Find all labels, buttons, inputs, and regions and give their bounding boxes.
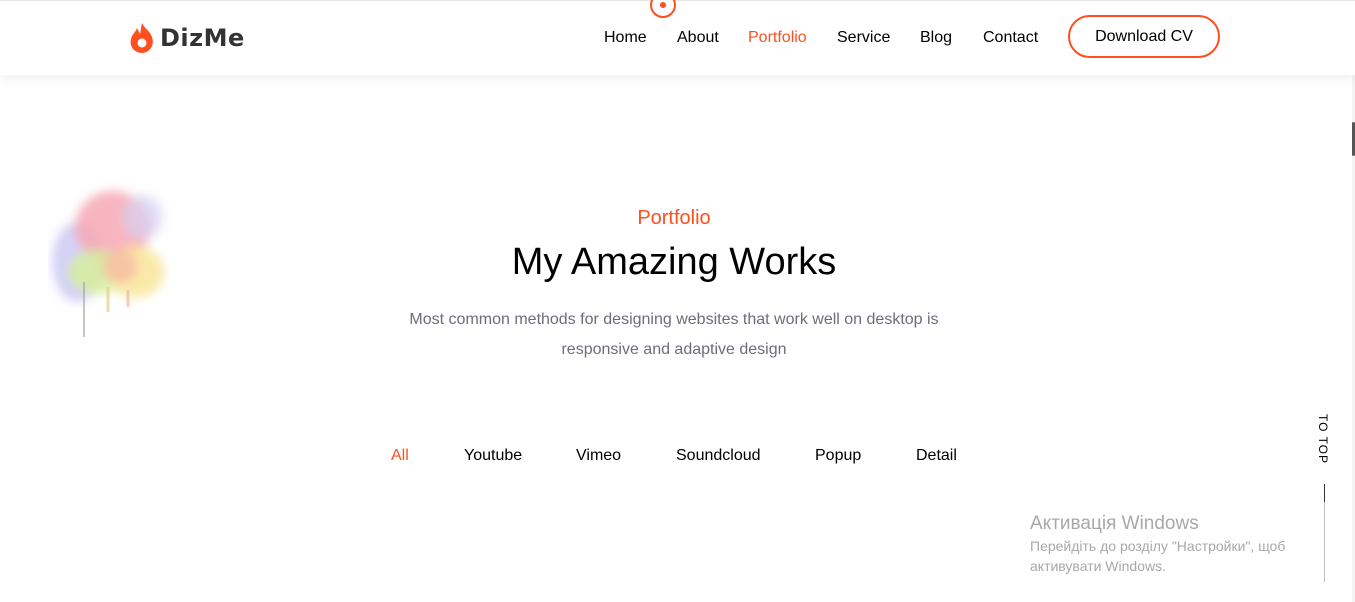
- nav-blog[interactable]: Blog: [920, 29, 952, 47]
- windows-activation-line2: активувати Windows.: [1030, 558, 1166, 574]
- filter-soundcloud[interactable]: Soundcloud: [676, 447, 761, 465]
- logo-text: DizMe: [160, 24, 245, 52]
- nav-home[interactable]: Home: [604, 29, 647, 47]
- download-cv-button[interactable]: Download CV: [1068, 15, 1220, 58]
- windows-activation-line1: Перейдіть до розділу "Настройки", щоб: [1030, 538, 1286, 554]
- nav-contact[interactable]: Contact: [983, 29, 1038, 47]
- filter-youtube[interactable]: Youtube: [464, 447, 522, 465]
- nav-about[interactable]: About: [677, 29, 719, 47]
- filter-all[interactable]: All: [391, 447, 409, 465]
- scroll-progress-line: [1324, 484, 1325, 582]
- nav-service[interactable]: Service: [837, 29, 890, 47]
- filter-vimeo[interactable]: Vimeo: [576, 447, 621, 465]
- flame-logo-icon: [130, 23, 153, 53]
- filter-popup[interactable]: Popup: [815, 447, 861, 465]
- logo[interactable]: DizMe: [128, 21, 245, 55]
- site-header: DizMe Home About Portfolio Service Blog …: [0, 0, 1355, 75]
- to-top-link[interactable]: TO TOP: [1316, 414, 1330, 464]
- scroll-indicator-dot: [650, 0, 676, 18]
- nav-portfolio[interactable]: Portfolio: [748, 29, 807, 47]
- section-description: Most common methods for designing websit…: [409, 311, 939, 358]
- windows-activation-title: Активація Windows: [1030, 513, 1199, 534]
- section-label: Portfolio: [637, 207, 711, 229]
- section-title: My Amazing Works: [511, 241, 837, 283]
- filter-detail[interactable]: Detail: [916, 447, 957, 465]
